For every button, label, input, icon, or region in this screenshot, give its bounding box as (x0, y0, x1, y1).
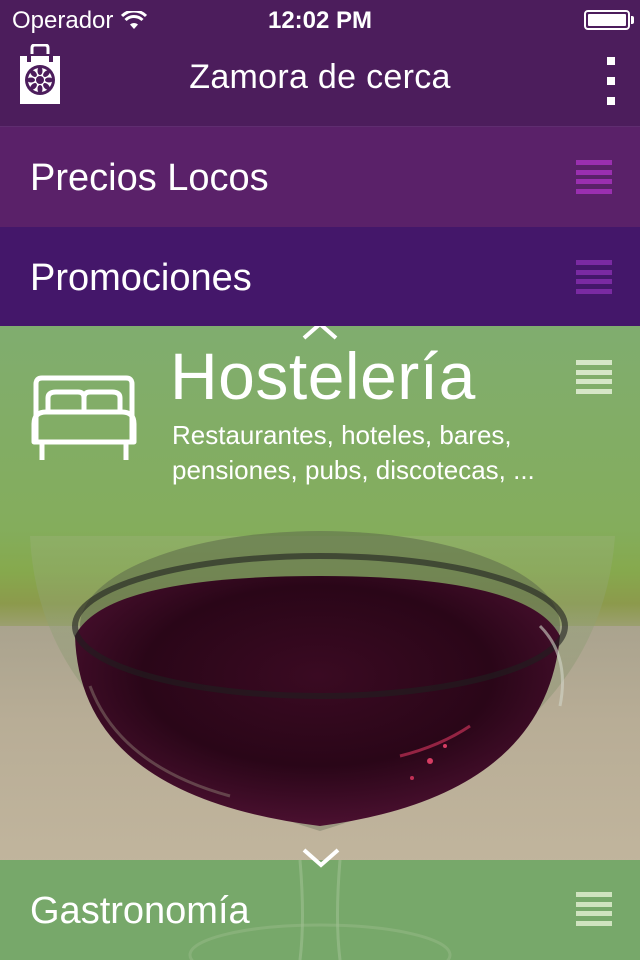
featured-title: Hostelería (170, 339, 476, 413)
hamburger-icon (576, 260, 612, 294)
battery-icon (584, 10, 634, 30)
nav-bar: Zamora de cerca (0, 40, 640, 127)
category-label: Gastronomía (30, 890, 250, 932)
chevron-down-icon[interactable] (300, 846, 342, 870)
category-row-precios-locos[interactable]: Precios Locos (0, 127, 640, 227)
hamburger-icon (576, 360, 612, 394)
kebab-menu-icon[interactable] (604, 57, 618, 105)
bed-icon (31, 375, 137, 460)
category-label: Promociones (30, 257, 252, 299)
status-time: 12:02 PM (267, 7, 373, 34)
category-label: Precios Locos (30, 157, 269, 199)
featured-category-hosteleria[interactable]: Hostelería Restaurantes, hoteles, bares,… (0, 326, 640, 860)
category-row-gastronomia[interactable]: Gastronomía (0, 860, 640, 960)
hamburger-icon (576, 160, 612, 194)
category-row-promociones[interactable]: Promociones (0, 227, 640, 326)
status-bar: Operador 12:02 PM (0, 0, 640, 40)
page-title: Zamora de cerca (189, 58, 451, 96)
featured-description: Restaurantes, hoteles, bares, pensiones,… (172, 420, 535, 485)
hamburger-icon (576, 892, 612, 926)
